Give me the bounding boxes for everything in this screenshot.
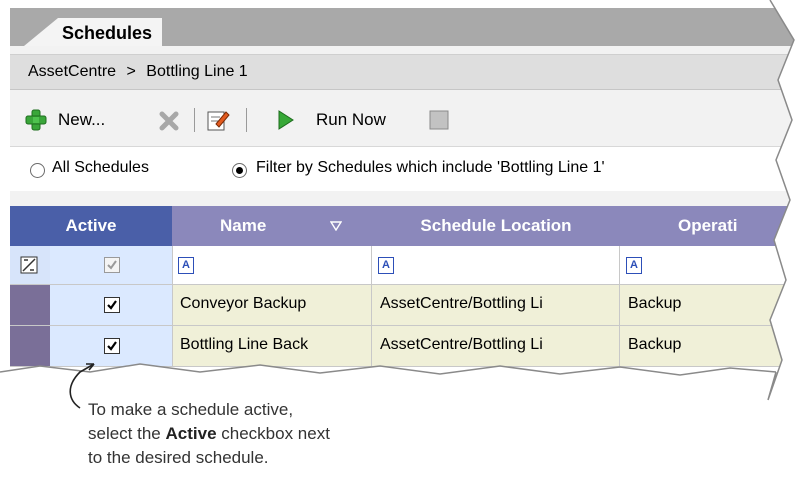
new-button[interactable]: New... [24, 108, 105, 132]
schedules-grid: Active Name Schedule Location Operati A … [10, 206, 807, 380]
delete-button[interactable] [158, 108, 182, 132]
callout-line-1: To make a schedule active, [88, 400, 294, 419]
filter-row-head [10, 246, 50, 284]
all-schedules-radio[interactable] [30, 163, 45, 178]
table-row[interactable]: Conveyor Backup AssetCentre/Bottling Li … [10, 285, 807, 326]
check-icon [107, 300, 117, 310]
breadcrumb-root[interactable]: AssetCentre [28, 55, 116, 88]
column-header-active[interactable]: Active [10, 206, 173, 246]
filter-active-cell [50, 246, 173, 284]
callout-line-2-bold: Active [165, 424, 217, 443]
filter-name-cell[interactable]: A [172, 246, 372, 284]
callout-line-2-prefix: select the [88, 424, 166, 443]
text-filter-icon: A [626, 257, 642, 274]
toolbar: New... Run Now [10, 100, 807, 140]
operation-cell: Backup [620, 326, 807, 366]
filter-location-cell[interactable]: A [372, 246, 620, 284]
filter-row: A A A [10, 246, 807, 285]
edit-button[interactable] [206, 108, 230, 132]
table-row[interactable]: Bottling Line Back AssetCentre/Bottling … [10, 326, 807, 367]
stop-icon [429, 110, 449, 130]
delete-icon [159, 111, 179, 131]
column-header-name-label: Name [220, 216, 267, 235]
run-now-label: Run Now [316, 110, 386, 129]
callout-text: To make a schedule active, select the Ac… [88, 398, 330, 470]
location-cell: AssetCentre/Bottling Li [372, 326, 620, 366]
filter-schedules-radio[interactable] [232, 163, 247, 178]
active-cell [50, 285, 173, 325]
name-cell: Conveyor Backup [172, 285, 372, 325]
check-icon [107, 260, 117, 270]
breadcrumb-current: Bottling Line 1 [146, 63, 248, 80]
text-filter-icon: A [178, 257, 194, 274]
filter-bar: All Schedules Filter by Schedules which … [10, 146, 807, 191]
tab-schedules[interactable]: Schedules [24, 18, 163, 46]
play-icon [278, 110, 294, 130]
callout-line-2: select the Active checkbox next [88, 422, 330, 446]
filter-funnel-icon[interactable] [330, 221, 342, 231]
name-cell: Bottling Line Back [172, 326, 372, 366]
run-now-button[interactable]: Run Now [276, 108, 386, 132]
filter-operation-cell[interactable]: A [620, 246, 807, 284]
edit-icon [207, 111, 230, 131]
row-header[interactable] [10, 326, 50, 366]
callout-line-2-suffix: checkbox next [216, 424, 330, 443]
stop-button[interactable] [428, 108, 450, 132]
column-header-schedule-location[interactable]: Schedule Location [372, 206, 621, 246]
new-button-label: New... [58, 110, 106, 129]
plus-icon [25, 109, 47, 131]
clear-filter-icon[interactable] [20, 256, 38, 274]
tab-strip: Schedules [10, 8, 807, 46]
callout-line-3: to the desired schedule. [88, 448, 269, 467]
active-checkbox[interactable] [104, 297, 120, 313]
all-schedules-label: All Schedules [52, 159, 149, 176]
breadcrumb: AssetCentre > Bottling Line 1 [10, 54, 807, 90]
operation-cell: Backup [620, 285, 807, 325]
filter-schedules-label: Filter by Schedules which include 'Bottl… [256, 159, 605, 176]
filter-active-checkbox[interactable] [104, 257, 120, 273]
toolbar-separator [246, 108, 247, 132]
check-icon [107, 341, 117, 351]
row-header[interactable] [10, 285, 50, 325]
column-header-name[interactable]: Name [172, 206, 373, 246]
column-header-operation[interactable]: Operati [620, 206, 807, 246]
text-filter-icon: A [378, 257, 394, 274]
breadcrumb-separator: > [126, 63, 136, 80]
radio-selected-dot [236, 167, 243, 174]
toolbar-separator [194, 108, 195, 132]
schedules-panel: Schedules AssetCentre > Bottling Line 1 … [10, 8, 807, 380]
location-cell: AssetCentre/Bottling Li [372, 285, 620, 325]
